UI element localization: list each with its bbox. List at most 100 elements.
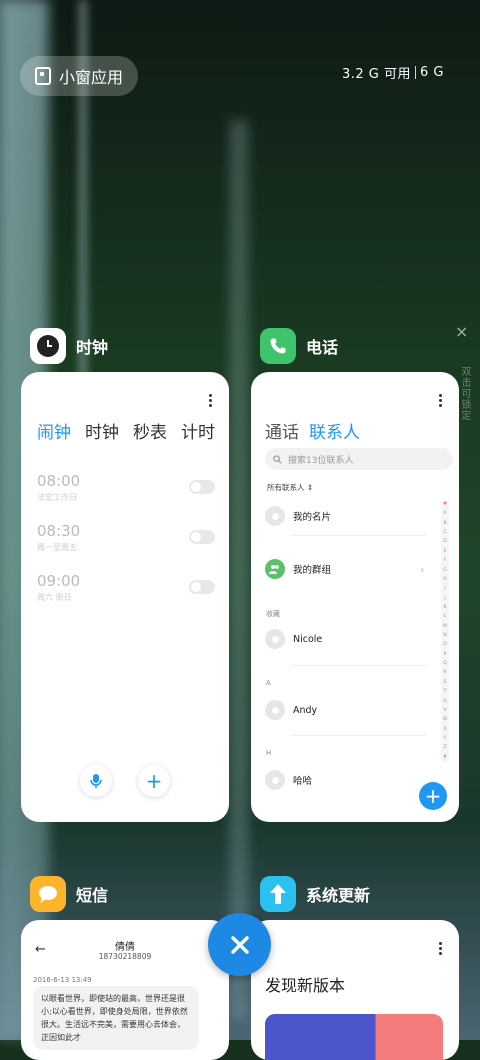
alphabet-index-letter[interactable]: K	[444, 605, 447, 610]
alphabet-index[interactable]: ♥ A B C D E F G H I J K L M N O P Q R S T U V W X Y Z #	[441, 500, 449, 762]
alphabet-index-letter[interactable]: M	[443, 624, 447, 629]
voice-alarm-button[interactable]	[80, 765, 112, 797]
clock-app-header[interactable]: 时钟	[30, 328, 108, 364]
tab-clock[interactable]: 时钟	[85, 418, 119, 443]
alarm-item[interactable]: 09:00 周六 周日	[37, 572, 215, 603]
tab-timer[interactable]: 计时	[181, 418, 215, 443]
clear-all-button[interactable]	[208, 913, 271, 976]
alphabet-index-letter[interactable]: H	[443, 577, 446, 582]
alphabet-index-letter[interactable]: J	[444, 596, 445, 601]
clock-app-icon	[30, 328, 66, 364]
memory-free: 3.2 G 可用	[342, 67, 412, 82]
update-title: 发现新版本	[265, 976, 346, 995]
phone-app-name: 电话	[306, 338, 339, 357]
alarm-item[interactable]: 08:00 法定工作日	[37, 472, 215, 503]
alphabet-index-letter[interactable]: U	[443, 699, 446, 704]
floating-window-label: 小窗应用	[58, 68, 123, 87]
alarm-repeat: 周一至周五	[37, 543, 77, 552]
add-alarm-button[interactable]: +	[138, 765, 170, 797]
list-item[interactable]: 哈哈	[265, 765, 425, 795]
section-header: H	[266, 749, 272, 757]
chevron-right-icon: ›	[420, 562, 425, 576]
plus-icon: +	[145, 769, 163, 793]
alphabet-index-letter[interactable]: B	[443, 521, 446, 526]
contact-name: Nicole	[293, 633, 323, 645]
update-app-card[interactable]: 发现新版本	[251, 920, 459, 1060]
sms-app-card[interactable]: ← 倩倩 18730218809 2016-6-13 13:49 以眼看世界，即…	[21, 920, 229, 1060]
all-contacts-filter[interactable]: 所有联系人 ⇕	[267, 482, 313, 493]
alphabet-index-letter[interactable]: S	[444, 680, 447, 685]
more-icon[interactable]	[439, 394, 443, 407]
alphabet-index-letter[interactable]: V	[443, 708, 446, 713]
list-item[interactable]: Nicole	[265, 624, 425, 654]
sms-app-header[interactable]: 短信	[30, 876, 108, 912]
phone-app-header[interactable]: 电话	[260, 328, 338, 364]
sms-app-icon	[30, 876, 66, 912]
alarm-item[interactable]: 08:30 周一至周五	[37, 522, 215, 553]
alphabet-index-letter[interactable]: X	[443, 727, 446, 732]
tab-calls[interactable]: 通话	[265, 418, 299, 443]
list-item[interactable]: 我的名片	[265, 501, 425, 531]
update-app-header[interactable]: 系统更新	[260, 876, 370, 912]
memory-total: 6 G	[420, 65, 444, 80]
alphabet-index-letter[interactable]: N	[443, 633, 446, 638]
search-placeholder: 搜索13位联系人	[288, 455, 354, 466]
update-banner	[265, 1014, 443, 1060]
alphabet-index-letter[interactable]: I	[444, 586, 445, 591]
more-icon[interactable]	[209, 394, 213, 407]
phone-number: 18730218809	[98, 952, 152, 961]
tab-alarm[interactable]: 闹钟	[37, 418, 71, 443]
all-contacts-label: 所有联系人	[267, 483, 305, 492]
alphabet-index-letter[interactable]: L	[444, 614, 447, 619]
search-icon	[273, 454, 282, 464]
alphabet-index-letter[interactable]: D	[443, 539, 446, 544]
avatar	[265, 770, 285, 790]
update-app-icon	[260, 876, 296, 912]
floating-window-icon	[34, 67, 51, 85]
alphabet-index-letter[interactable]: Q	[443, 661, 447, 666]
phone-app-icon	[260, 328, 296, 364]
phone-app-card[interactable]: 通话 联系人 搜索13位联系人 所有联系人 ⇕ 我的名片 我的群组 › 收藏 N…	[251, 372, 459, 822]
more-icon[interactable]	[439, 942, 443, 955]
alphabet-index-letter[interactable]: F	[444, 558, 447, 563]
alphabet-index-letter[interactable]: C	[443, 530, 446, 535]
sms-app-name: 短信	[76, 886, 109, 905]
alphabet-index-letter[interactable]: T	[444, 689, 447, 694]
add-contact-button[interactable]: +	[419, 782, 447, 810]
message-bubble: 以眼看世界，即使站的最高，世界还是很小;以心看世界，即使身处局限，世界依然很大。…	[33, 986, 199, 1050]
list-item[interactable]: 我的群组 ›	[265, 554, 425, 584]
alarm-repeat: 法定工作日	[37, 493, 77, 502]
close-icon[interactable]: ×	[455, 322, 468, 341]
list-item[interactable]: Andy	[265, 695, 425, 725]
alarm-toggle[interactable]	[189, 530, 215, 544]
alphabet-index-letter[interactable]: #	[443, 755, 447, 760]
message-timestamp: 2016-6-13 13:49	[33, 976, 92, 984]
contact-name: 我的群组	[293, 565, 332, 576]
group-icon	[265, 559, 285, 579]
contact-search-input[interactable]: 搜索13位联系人	[265, 448, 453, 470]
mic-icon	[90, 774, 102, 788]
avatar	[265, 700, 285, 720]
tab-contacts[interactable]: 联系人	[309, 418, 360, 443]
alarm-toggle[interactable]	[189, 580, 215, 594]
contact-name: 我的名片	[293, 512, 332, 523]
tab-stopwatch[interactable]: 秒表	[133, 418, 167, 443]
conversation-title: 倩倩	[115, 942, 135, 953]
alphabet-index-letter[interactable]: G	[443, 568, 447, 573]
alphabet-index-letter[interactable]: A	[443, 511, 446, 516]
alphabet-index-letter[interactable]: P	[444, 652, 447, 657]
clock-app-card[interactable]: 闹钟 时钟 秒表 计时 08:00 法定工作日 08:30 周一至周五 09:0…	[21, 372, 229, 822]
alphabet-index-letter[interactable]: R	[443, 670, 446, 675]
section-header: 收藏	[266, 610, 280, 618]
avatar	[265, 629, 285, 649]
alphabet-index-letter[interactable]: ♥	[443, 502, 447, 507]
alarm-toggle[interactable]	[189, 480, 215, 494]
alphabet-index-letter[interactable]: E	[444, 549, 447, 554]
floating-window-button[interactable]: 小窗应用	[20, 56, 138, 96]
alphabet-index-letter[interactable]: W	[443, 717, 447, 722]
sort-icon: ⇕	[306, 483, 314, 492]
alphabet-index-letter[interactable]: Z	[443, 745, 446, 750]
contact-name: 哈哈	[293, 776, 313, 787]
alphabet-index-letter[interactable]: O	[443, 642, 447, 647]
alphabet-index-letter[interactable]: Y	[444, 736, 447, 741]
